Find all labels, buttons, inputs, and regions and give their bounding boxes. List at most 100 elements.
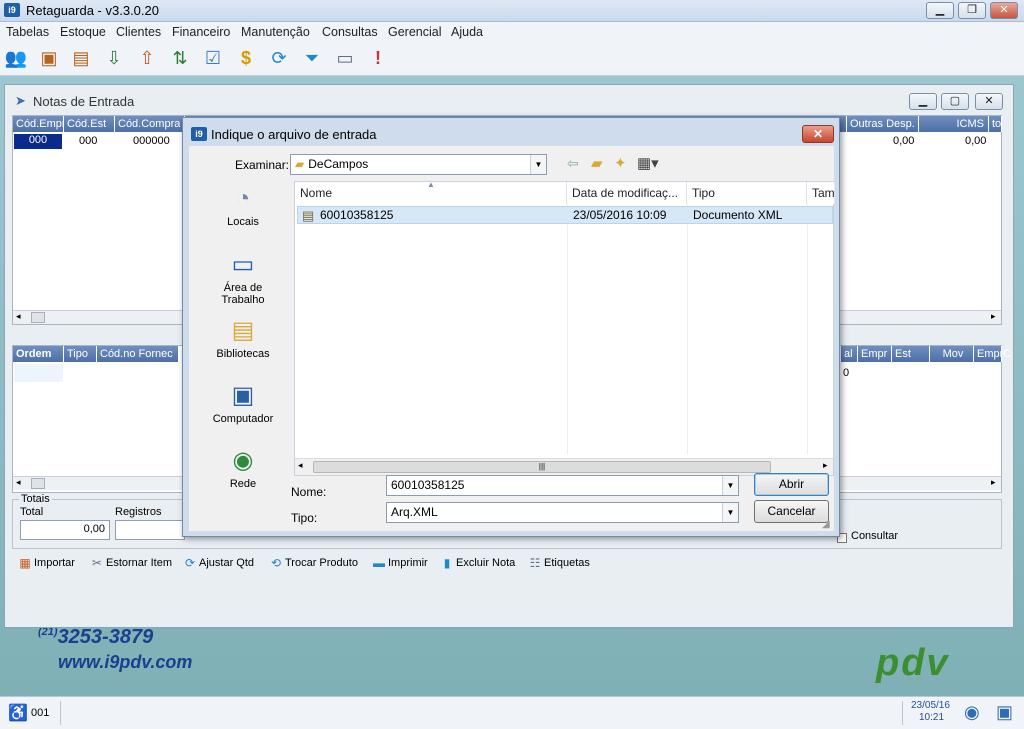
- scroll-right-icon[interactable]: ▸: [991, 311, 996, 322]
- menu-financeiro[interactable]: Financeiro: [172, 25, 230, 39]
- col-est[interactable]: Est: [892, 346, 930, 362]
- items-scroll-thumb[interactable]: [31, 478, 45, 489]
- col-cod-fornec[interactable]: Cód.no Fornec: [97, 346, 179, 362]
- back-icon[interactable]: ⇦: [567, 155, 579, 172]
- importar-button[interactable]: ▦ Importar: [18, 556, 75, 570]
- file-type-select[interactable]: Arq.XML ▼: [386, 502, 739, 523]
- scroll-left-icon[interactable]: ◂: [16, 311, 21, 322]
- file-type: Documento XML: [693, 208, 783, 222]
- folder-dropdown-icon[interactable]: ▼: [530, 155, 546, 174]
- labels-icon: ☷: [529, 556, 541, 570]
- col-tipo[interactable]: Tipo: [64, 346, 97, 362]
- hscroll-thumb[interactable]: |||: [313, 461, 771, 473]
- col-to[interactable]: to: [989, 116, 1002, 132]
- box-open-icon[interactable]: ▤: [68, 45, 94, 71]
- registros-field[interactable]: [115, 520, 185, 540]
- cell-al-value[interactable]: 0: [843, 367, 849, 379]
- menu-consultas[interactable]: Consultas: [322, 25, 378, 39]
- file-type-dropdown-icon[interactable]: ▼: [722, 503, 738, 522]
- place-computador[interactable]: ▣ Computador: [205, 381, 281, 425]
- monitor-icon[interactable]: ▣: [996, 702, 1013, 723]
- items-row-selection[interactable]: [14, 364, 63, 382]
- scroll-thumb[interactable]: [31, 312, 45, 323]
- maximize-button[interactable]: ❐: [958, 2, 986, 19]
- tipo-label: Tipo:: [291, 511, 318, 525]
- col-cod-empr[interactable]: Cód.Empr: [13, 116, 66, 132]
- menu-tabelas[interactable]: Tabelas: [6, 25, 49, 39]
- folder-combo[interactable]: ▰ DeCampos ▼: [290, 154, 547, 175]
- new-folder-icon[interactable]: ✦: [614, 154, 627, 172]
- status-bar: ♿ 001 23/05/16 10:21 ◉ ▣: [0, 696, 1024, 729]
- box-down-icon[interactable]: ⇩: [101, 45, 127, 71]
- menu-gerencial[interactable]: Gerencial: [388, 25, 442, 39]
- etiquetas-button[interactable]: ☷ Etiquetas: [528, 556, 590, 570]
- consultar-label[interactable]: Consultar: [851, 530, 898, 542]
- cell-cod-est[interactable]: 000: [79, 135, 97, 147]
- box-transfer-icon[interactable]: ⇅: [167, 45, 193, 71]
- col-outras-desp[interactable]: Outras Desp.: [847, 116, 919, 132]
- col-cod-compra[interactable]: Cód.Compra: [115, 116, 185, 132]
- file-list-hscrollbar[interactable]: ◂ ||| ▸: [295, 458, 833, 475]
- filter-icon[interactable]: ⏷: [299, 45, 325, 71]
- menu-manutencao[interactable]: Manutenção: [241, 25, 310, 39]
- items-scroll-left-icon[interactable]: ◂: [16, 477, 21, 488]
- col-tipo-arquivo[interactable]: Tipo: [687, 182, 807, 204]
- checkbox-icon[interactable]: ☑: [200, 45, 226, 71]
- excluir-nota-button[interactable]: ▮ Excluir Nota: [440, 556, 516, 570]
- file-list[interactable]: Nome ▲ Data de modificaç... Tipo Tam ▤ 6…: [294, 180, 835, 476]
- place-locais[interactable]: ◔ Locais: [205, 184, 281, 228]
- cancelar-button[interactable]: Cancelar: [754, 500, 829, 523]
- close-button[interactable]: ✕: [990, 2, 1018, 19]
- hscroll-right-icon[interactable]: ▸: [823, 460, 828, 471]
- users-icon[interactable]: 👥: [3, 45, 29, 71]
- network-globe-icon[interactable]: ◉: [964, 702, 980, 723]
- col-data-modificacao[interactable]: Data de modificaç...: [567, 182, 687, 204]
- total-field[interactable]: 0,00: [20, 520, 110, 540]
- col-ordem[interactable]: Ordem: [13, 346, 64, 362]
- file-name: 60010358125: [320, 208, 394, 222]
- menu-estoque[interactable]: Estoque: [60, 25, 106, 39]
- estornar-item-button[interactable]: ✂ Estornar Item: [90, 556, 172, 570]
- computer-icon: ▣: [231, 382, 255, 409]
- place-bibliotecas[interactable]: ▤ Bibliotecas: [205, 316, 281, 360]
- file-name-dropdown-icon[interactable]: ▼: [722, 476, 738, 495]
- dollar-icon[interactable]: $: [233, 45, 259, 71]
- box-up-icon[interactable]: ⇧: [134, 45, 160, 71]
- dialog-close-button[interactable]: ✕: [802, 125, 834, 143]
- file-name-input[interactable]: 60010358125 ▼: [386, 475, 739, 496]
- ajustar-qtd-button[interactable]: ⟳ Ajustar Qtd: [183, 556, 254, 570]
- printer-icon: ▬: [373, 556, 385, 570]
- notas-close-button[interactable]: ✕: [975, 93, 1003, 110]
- cell-cod-compra[interactable]: 000000: [133, 135, 170, 147]
- col-icms[interactable]: ICMS: [919, 116, 989, 132]
- box-icon[interactable]: ▣: [36, 45, 62, 71]
- up-folder-icon[interactable]: ▰: [591, 154, 603, 172]
- refresh-icon[interactable]: ⟳: [266, 45, 292, 71]
- menu-clientes[interactable]: Clientes: [116, 25, 161, 39]
- window-icon[interactable]: ▭: [332, 45, 358, 71]
- cell-icms[interactable]: 0,00: [965, 135, 986, 147]
- file-row[interactable]: ▤ 60010358125 23/05/2016 10:09 Documento…: [297, 206, 833, 224]
- imprimir-button[interactable]: ▬ Imprimir: [372, 556, 428, 570]
- view-menu-icon[interactable]: ▦▾: [637, 154, 659, 172]
- hscroll-left-icon[interactable]: ◂: [298, 460, 303, 471]
- place-area-trabalho[interactable]: ▭ Área de Trabalho: [205, 250, 281, 306]
- notas-minimize-button[interactable]: ▁: [909, 93, 937, 110]
- col-empr[interactable]: Empr: [858, 346, 892, 362]
- col-tamanho[interactable]: Tam: [807, 182, 835, 204]
- cell-cod-empr[interactable]: 000: [14, 134, 62, 149]
- minimize-button[interactable]: ▁: [926, 2, 954, 19]
- items-scroll-right-icon[interactable]: ▸: [991, 477, 996, 488]
- notas-maximize-button[interactable]: ▢: [941, 93, 969, 110]
- warning-icon[interactable]: !: [365, 45, 391, 71]
- menu-ajuda[interactable]: Ajuda: [451, 25, 483, 39]
- place-rede[interactable]: ◉ Rede: [205, 446, 281, 490]
- abrir-button[interactable]: Abrir: [754, 473, 829, 496]
- col-emprc[interactable]: EmprC: [974, 346, 1011, 362]
- col-cod-est[interactable]: Cód.Est: [64, 116, 115, 132]
- cell-outras-desp[interactable]: 0,00: [893, 135, 914, 147]
- col-mov[interactable]: Mov: [930, 346, 974, 362]
- col-al[interactable]: al: [841, 346, 858, 362]
- trocar-produto-button[interactable]: ⟲ Trocar Produto: [269, 556, 358, 570]
- resize-grip-icon[interactable]: ◢: [822, 519, 830, 530]
